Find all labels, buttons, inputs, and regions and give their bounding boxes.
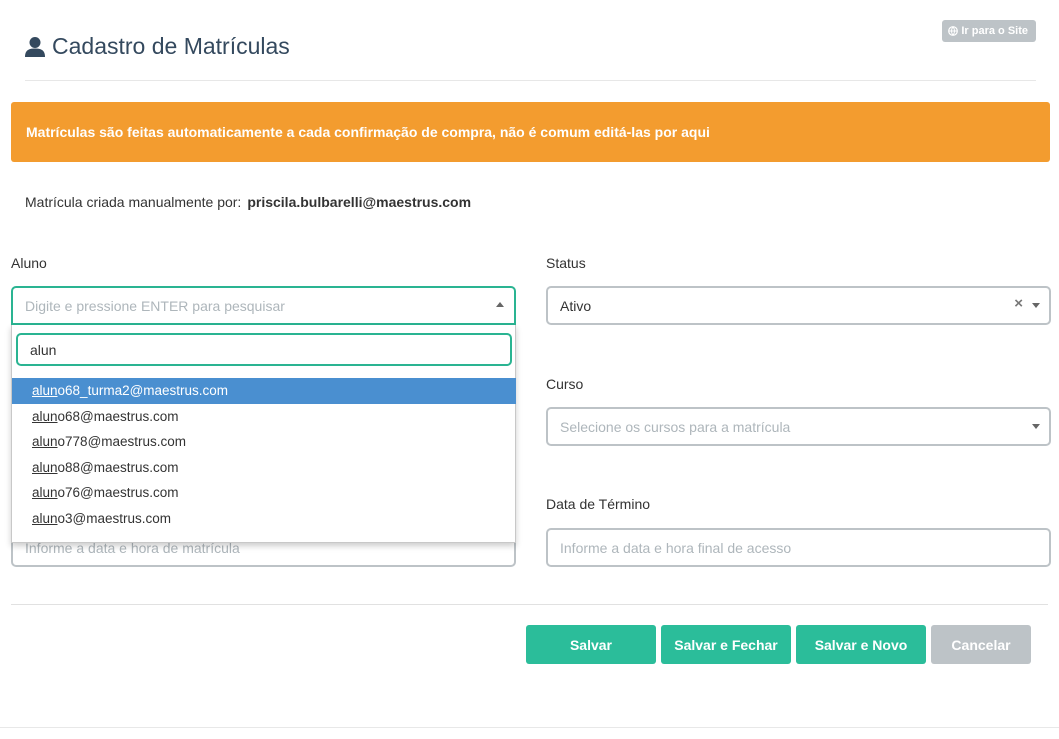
- creator-label: Matrícula criada manualmente por:: [25, 194, 242, 210]
- aluno-option[interactable]: aluno3@maestrus.com: [12, 506, 516, 532]
- creator-email: priscila.bulbarelli@maestrus.com: [247, 194, 472, 210]
- aluno-option-rest: o778@maestrus.com: [57, 434, 187, 449]
- aluno-option-match: alun: [32, 510, 58, 526]
- aluno-option-match: alun: [32, 383, 58, 398]
- aluno-option[interactable]: aluno76@maestrus.com: [12, 480, 516, 506]
- go-to-site-button[interactable]: Ir para o Site: [942, 20, 1036, 42]
- warning-alert-text: Matrículas são feitas automaticamente a …: [26, 124, 710, 140]
- aluno-options-list: aluno68_turma2@maestrus.com aluno68@maest…: [12, 378, 516, 531]
- cancel-button[interactable]: Cancelar: [931, 625, 1031, 664]
- aluno-option[interactable]: aluno778@maestrus.com: [12, 429, 516, 455]
- creator-info: Matrícula criada manualmente por: priscil…: [25, 194, 471, 210]
- aluno-option[interactable]: aluno68_turma2@maestrus.com: [12, 378, 516, 404]
- aluno-option[interactable]: aluno68@maestrus.com: [12, 404, 516, 430]
- warning-alert: Matrículas são feitas automaticamente a …: [11, 102, 1050, 162]
- aluno-placeholder: Digite e pressione ENTER para pesquisar: [25, 297, 285, 314]
- aluno-search-input[interactable]: [16, 333, 512, 366]
- form-divider: [11, 604, 1048, 605]
- aluno-option-rest: o88@maestrus.com: [57, 459, 179, 475]
- aluno-label: Aluno: [11, 255, 47, 271]
- user-icon: [25, 36, 45, 57]
- aluno-option-rest: o76@maestrus.com: [57, 485, 179, 500]
- curso-label: Curso: [546, 376, 584, 392]
- aluno-option-match: alun: [32, 459, 58, 475]
- aluno-option-match: alun: [32, 408, 58, 424]
- curso-select[interactable]: Selecione os cursos para a matrícula: [546, 407, 1051, 446]
- data-termino-label: Data de Término: [546, 496, 651, 512]
- aluno-option-match: alun: [32, 485, 58, 500]
- aluno-option-rest: o68_turma2@maestrus.com: [57, 383, 229, 398]
- go-to-site-label: Ir para o Site: [961, 25, 1028, 37]
- aluno-option-rest: o68@maestrus.com: [57, 408, 179, 424]
- caret-down-icon[interactable]: [1032, 303, 1040, 308]
- footer-divider: [0, 727, 1059, 728]
- aluno-option-rest: o3@maestrus.com: [57, 510, 172, 526]
- status-select[interactable]: Ativo ×: [546, 286, 1051, 325]
- page-title-text: Cadastro de Matrículas: [52, 33, 290, 59]
- caret-down-icon[interactable]: [1032, 424, 1040, 429]
- save-and-new-button[interactable]: Salvar e Novo: [796, 625, 926, 664]
- data-termino-placeholder: Informe a data e hora final de acesso: [560, 539, 792, 556]
- close-icon[interactable]: ×: [1014, 295, 1023, 312]
- page-header: Cadastro de Matrículas Ir para o Site: [0, 0, 1059, 81]
- page-title: Cadastro de Matrículas: [24, 33, 290, 60]
- aluno-dropdown: aluno68_turma2@maestrus.comaluno68@maest…: [11, 325, 516, 543]
- caret-up-icon[interactable]: [496, 302, 504, 307]
- aluno-option[interactable]: aluno88@maestrus.com: [12, 455, 516, 481]
- save-and-close-button[interactable]: Salvar e Fechar: [661, 625, 791, 664]
- status-label: Status: [546, 255, 586, 271]
- globe-icon: [948, 26, 959, 36]
- save-button[interactable]: Salvar: [526, 625, 656, 664]
- aluno-option-match: alun: [32, 434, 58, 449]
- aluno-select[interactable]: Digite e pressione ENTER para pesquisar: [11, 286, 516, 325]
- curso-placeholder: Selecione os cursos para a matrícula: [560, 418, 791, 435]
- header-divider: [25, 80, 1036, 81]
- data-termino-input[interactable]: Informe a data e hora final de acesso: [546, 528, 1051, 567]
- status-value: Ativo: [560, 297, 592, 314]
